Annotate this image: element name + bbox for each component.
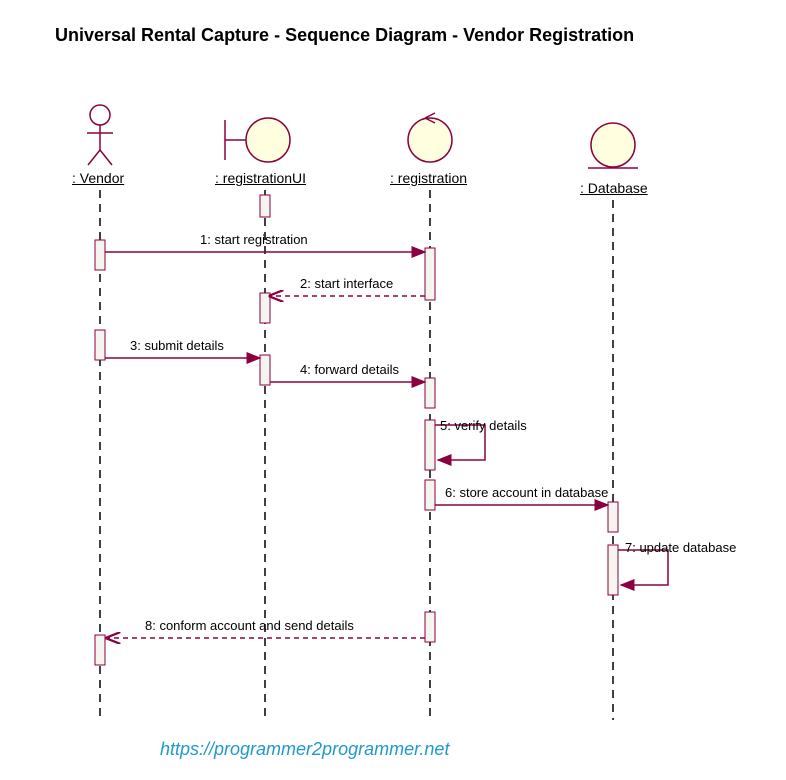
database-entity (588, 123, 638, 168)
activation-box (425, 612, 435, 642)
activation-box (260, 195, 270, 217)
message-2-label: 2: start interface (300, 276, 393, 291)
vendor-label: : Vendor (72, 170, 124, 186)
message-3-label: 3: submit details (130, 338, 224, 353)
activation-box (95, 240, 105, 270)
registration-label: : registration (390, 170, 467, 186)
vendor-actor (87, 105, 113, 165)
activation-box (608, 545, 618, 595)
registrationui-boundary (225, 118, 290, 162)
activation-box (95, 330, 105, 360)
activation-box (260, 355, 270, 385)
registrationui-label: : registrationUI (215, 170, 306, 186)
activation-box (425, 378, 435, 408)
message-7-label: 7: update database (625, 540, 736, 555)
activation-box (95, 635, 105, 665)
activation-box (425, 248, 435, 300)
message-4-label: 4: forward details (300, 362, 399, 377)
activation-box (260, 293, 270, 323)
activation-box (425, 420, 435, 470)
watermark-link: https://programmer2programmer.net (160, 739, 449, 760)
activation-box (608, 502, 618, 532)
database-label: : Database (580, 180, 648, 196)
message-5-label: 5: verify details (440, 418, 527, 433)
registration-control (408, 113, 452, 162)
sequence-diagram (0, 0, 786, 780)
message-6-label: 6: store account in database (445, 485, 608, 500)
message-1-label: 1: start registration (200, 232, 308, 247)
activation-box (425, 480, 435, 510)
message-8-label: 8: conform account and send details (145, 618, 354, 633)
message-7-arrow (618, 550, 668, 585)
